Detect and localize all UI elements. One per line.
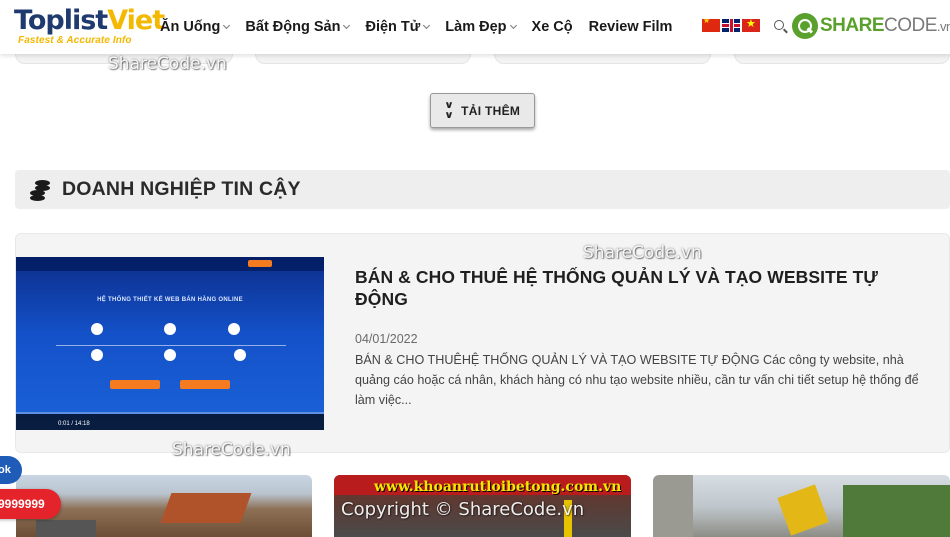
search-icon[interactable]: [773, 19, 789, 35]
double-chevron-down-icon: ∨ ∨: [443, 99, 455, 121]
video-time: 0:01 / 14:18: [58, 421, 90, 427]
nav-label: Review Film: [588, 19, 673, 35]
vietnam-flag-icon[interactable]: [742, 19, 760, 32]
nav-item-dien-tu[interactable]: Điện Tử: [365, 19, 431, 35]
chinese-flag-icon[interactable]: [702, 19, 720, 32]
site-logo[interactable]: ToplistViet Fastest & Accurate Info: [14, 6, 165, 48]
post-date: 04/01/2022: [355, 332, 418, 346]
chevron-down-icon: [423, 21, 431, 30]
chevron-down-icon: [509, 21, 517, 30]
logo-wordmark: ToplistViet: [14, 5, 165, 36]
nav-label: Điện Tử: [365, 19, 421, 35]
hotline-number: 9999999: [0, 497, 45, 511]
nav-item-xe-co[interactable]: Xe Cộ: [532, 19, 573, 35]
section-title: DOANH NGHIỆP TIN CẬY: [62, 178, 301, 200]
image-banner-text: www.khoanrutloibetong.com.vn: [374, 479, 622, 495]
nav-label: Làm Đẹp: [445, 19, 507, 35]
post-excerpt: BÁN & CHO THUÊHỆ THỐNG QUẢN LÝ VÀ TẠO WE…: [355, 353, 919, 407]
chevron-down-icon: [343, 21, 351, 30]
sharecode-wordmark: SHARECODE.vn: [820, 15, 950, 37]
sharecode-tld: .vn: [936, 19, 950, 34]
uk-flag-icon[interactable]: [722, 19, 740, 32]
nav-item-bat-dong-san[interactable]: Bất Động Sản: [245, 19, 351, 35]
logo-tagline: Fastest & Accurate Info: [18, 35, 132, 46]
hotline-button[interactable]: 9999999: [0, 489, 61, 519]
logo-word-viet: Viet: [107, 5, 165, 36]
nav-label: Bất Động Sản: [245, 19, 341, 35]
sharecode-logo[interactable]: SHARECODE.vn: [792, 13, 950, 39]
floating-chat-label: ok: [0, 464, 11, 476]
post-image-card[interactable]: www.khoanrutloibetong.com.vn: [334, 475, 631, 537]
post-thumbnail[interactable]: HỆ THỐNG THIẾT KẾ WEB BÁN HÀNG ONLINE 0:…: [16, 257, 324, 430]
post-image-card[interactable]: [653, 475, 950, 537]
load-more-button[interactable]: ∨ ∨ TẢI THÊM: [430, 93, 535, 128]
nav-item-lam-dep[interactable]: Làm Đẹp: [445, 19, 517, 35]
nav-item-review-film[interactable]: Review Film: [589, 19, 673, 35]
main-nav: Ăn Uống Bất Động Sản Điện Tử Làm Đẹp Xe …: [160, 0, 688, 54]
language-switcher: [702, 19, 760, 32]
nav-label: Xe Cộ: [531, 19, 573, 35]
site-header: ToplistViet Fastest & Accurate Info Ăn U…: [0, 0, 950, 54]
post-title-link[interactable]: BÁN & CHO THUÊ HỆ THỐNG QUẢN LÝ VÀ TẠO W…: [355, 266, 935, 310]
nav-label: Ăn Uống: [160, 19, 221, 35]
logo-word-toplist: Toplist: [14, 5, 108, 36]
nav-item-an-uong[interactable]: Ăn Uống: [160, 19, 231, 35]
video-controls[interactable]: 0:01 / 14:18: [16, 414, 324, 430]
thumbnail-heading: HỆ THỐNG THIẾT KẾ WEB BÁN HÀNG ONLINE: [97, 297, 243, 303]
chevron-down-icon: [223, 21, 231, 30]
sharecode-badge-icon: [792, 13, 818, 39]
sharecode-word-share: SHARE: [820, 15, 885, 36]
coins-icon: [30, 179, 52, 201]
load-more-label: TẢI THÊM: [461, 103, 521, 118]
section-header: DOANH NGHIỆP TIN CẬY: [15, 170, 950, 209]
sharecode-word-code: CODE: [884, 15, 937, 36]
